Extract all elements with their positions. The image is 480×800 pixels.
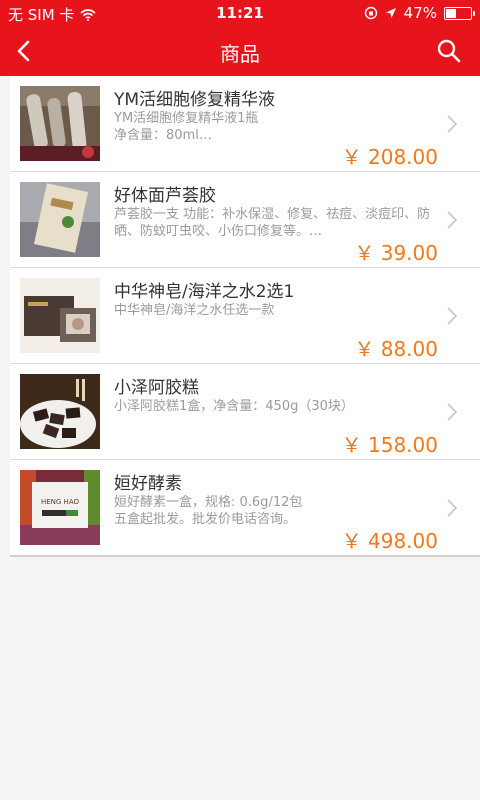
product-list: YM活细胞修复精华液 YM活细胞修复精华液1瓶 净含量：80ml… ￥ 208.… <box>10 76 480 557</box>
location-icon <box>385 8 396 18</box>
search-button[interactable] <box>434 36 464 66</box>
status-right: 47% <box>364 4 475 22</box>
chevron-right-icon <box>447 307 458 325</box>
product-item[interactable]: YM活细胞修复精华液 YM活细胞修复精华液1瓶 净含量：80ml… ￥ 208.… <box>10 76 480 172</box>
status-bar: 无 SIM 卡 11:21 47% <box>0 0 480 26</box>
thumb-brand-text: HENG HAO <box>41 498 80 506</box>
product-image <box>20 86 100 161</box>
product-description: YM活细胞修复精华液1瓶 净含量：80ml… <box>114 111 259 143</box>
product-name: 小泽阿胶糕 <box>114 378 199 398</box>
product-price: ￥ 158.00 <box>341 433 438 457</box>
orientation-lock-icon <box>364 6 377 20</box>
chevron-right-icon <box>447 499 458 517</box>
product-image <box>20 278 100 353</box>
product-description: 中华神皂/海洋之水任选一款 <box>114 303 275 318</box>
battery-icon <box>444 6 475 20</box>
battery-fill <box>446 8 456 18</box>
battery-tip <box>473 10 475 16</box>
product-item[interactable]: 好体面芦荟胶 芦荟胶一支 功能：补水保湿、修复、祛痘、淡痘印、防晒、防蚊叮虫咬、… <box>10 172 480 268</box>
product-image <box>20 182 100 257</box>
chevron-right-icon <box>447 403 458 421</box>
nav-bar: 商品 <box>0 26 480 76</box>
product-item[interactable]: 小泽阿胶糕 小泽阿胶糕1盒，净含量：450g（30块） ￥ 158.00 <box>10 364 480 460</box>
product-image <box>20 374 100 449</box>
product-name: 中华神皂/海洋之水2选1 <box>114 282 295 302</box>
product-name: 好体面芦荟胶 <box>114 186 216 206</box>
product-name: 姮好酵素 <box>114 474 182 494</box>
chevron-right-icon <box>447 211 458 229</box>
product-image: HENG HAO <box>20 470 100 545</box>
product-price: ￥ 208.00 <box>341 145 438 169</box>
chevron-right-icon <box>447 115 458 133</box>
product-description: 小泽阿胶糕1盒，净含量：450g（30块） <box>114 399 354 414</box>
battery-percent: 47% <box>403 4 437 22</box>
page-title: 商品 <box>220 42 260 66</box>
product-price: ￥ 88.00 <box>354 337 438 361</box>
product-description: 芦荟胶一支 功能：补水保湿、修复、祛痘、淡痘印、防晒、防蚊叮虫咬、小伤口修复等。… <box>114 207 431 239</box>
product-description: 姮好酵素一盒，规格: 0.6g/12包 五盒起批发。批发价电话咨询。 <box>114 495 303 527</box>
product-item[interactable]: 中华神皂/海洋之水2选1 中华神皂/海洋之水任选一款 ￥ 88.00 <box>10 268 480 364</box>
search-icon <box>437 39 461 63</box>
product-price: ￥ 39.00 <box>354 241 438 265</box>
product-item[interactable]: HENG HAO 姮好酵素 姮好酵素一盒，规格: 0.6g/12包 五盒起批发。… <box>10 460 480 555</box>
product-name: YM活细胞修复精华液 <box>114 90 276 110</box>
product-price: ￥ 498.00 <box>341 529 438 553</box>
